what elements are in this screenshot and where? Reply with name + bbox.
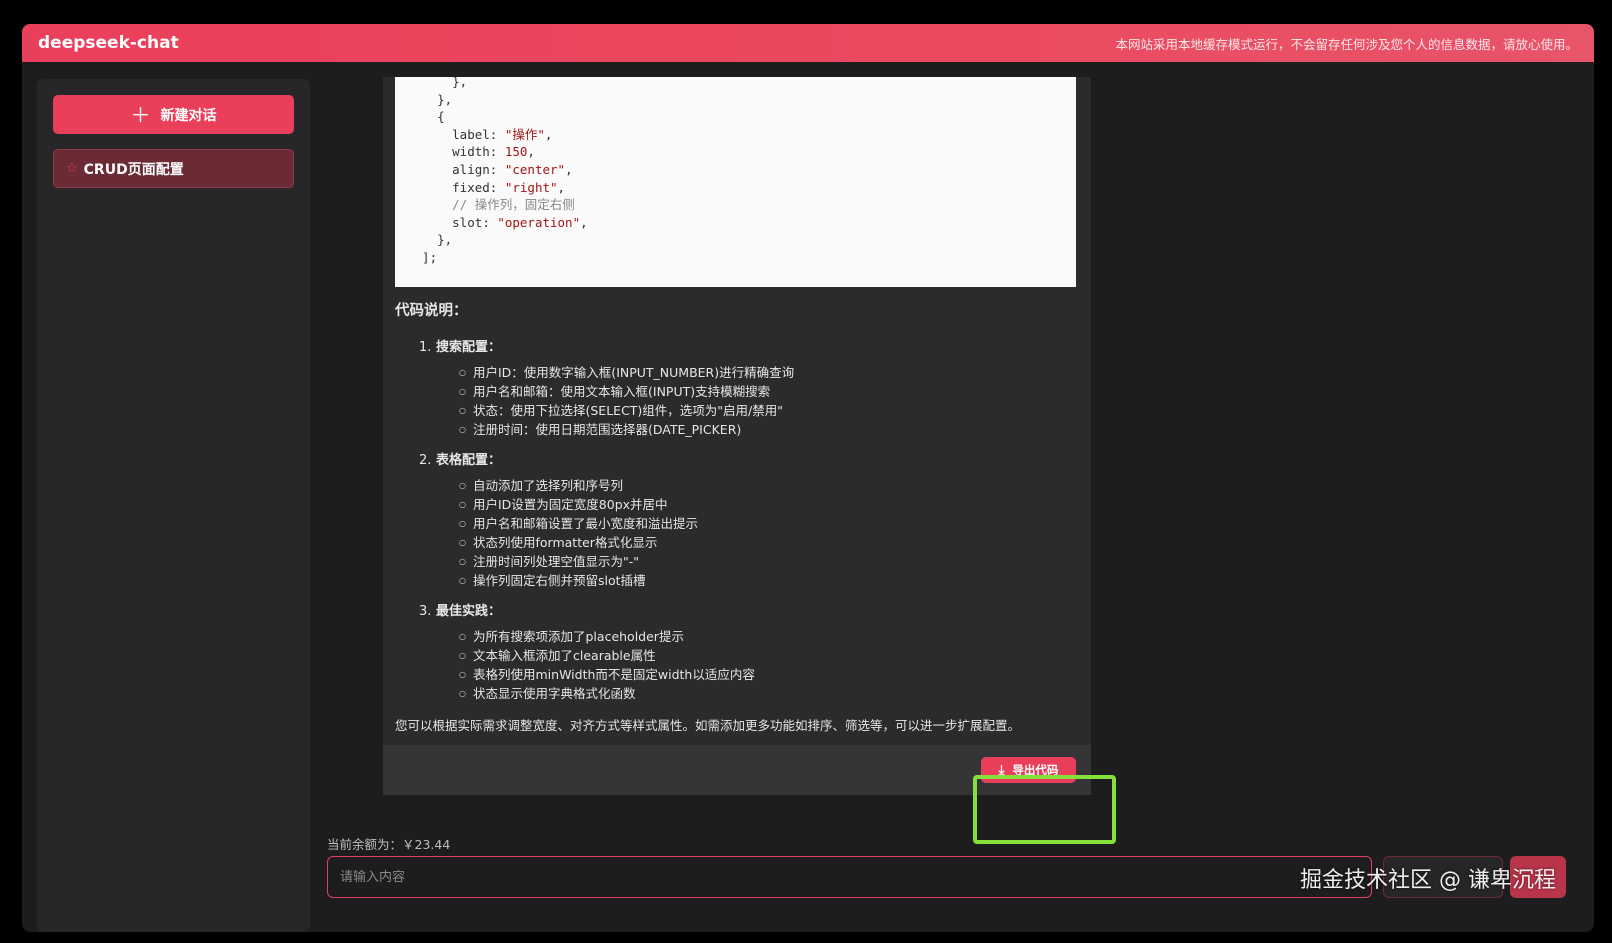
sidebar: ＋ 新建对话 ☆ CRUD页面配置 bbox=[37, 79, 310, 932]
code-line: ]; bbox=[407, 249, 438, 265]
code-line: align: "center", bbox=[407, 161, 573, 177]
header-bar: deepseek-chat 本网站采用本地缓存模式运行，不会留存任何涉及您个人的… bbox=[22, 24, 1594, 62]
code-line: slot: "operation", bbox=[407, 214, 588, 230]
code-line: }, bbox=[407, 77, 468, 89]
new-chat-button[interactable]: ＋ 新建对话 bbox=[53, 95, 294, 134]
code-explanation: 代码说明： 1. 搜索配置： 用户ID：使用数字输入框(INPUT_NUMBER… bbox=[395, 299, 1079, 734]
message-input[interactable] bbox=[327, 856, 1372, 898]
list-item: 用户ID：使用数字输入框(INPUT_NUMBER)进行精确查询 bbox=[459, 363, 1079, 382]
download-icon: ⤓ bbox=[998, 762, 1005, 778]
list-item: 注册时间列处理空值显示为"-" bbox=[459, 552, 1079, 571]
plus-icon: ＋ bbox=[130, 102, 151, 127]
privacy-notice: 本网站采用本地缓存模式运行，不会留存任何涉及您个人的信息数据，请放心使用。 bbox=[1115, 36, 1578, 52]
list-item: 用户名和邮箱设置了最小宽度和溢出提示 bbox=[459, 514, 1079, 533]
list-item: 注册时间：使用日期范围选择器(DATE_PICKER) bbox=[459, 420, 1079, 439]
list-item: 用户名和邮箱：使用文本输入框(INPUT)支持模糊搜索 bbox=[459, 382, 1079, 401]
list-item: 表格列使用minWidth而不是固定width以适应内容 bbox=[459, 665, 1079, 684]
section-title: 3. 最佳实践： bbox=[419, 604, 501, 619]
code-content: }, }, { label: "操作", width: 150, align: … bbox=[407, 77, 1064, 267]
code-line: }, bbox=[407, 232, 453, 248]
list-item: 状态显示使用字典格式化函数 bbox=[459, 684, 1079, 703]
list-item: 为所有搜索项添加了placeholder提示 bbox=[459, 627, 1079, 646]
export-label: 导出代码 bbox=[1012, 763, 1059, 777]
star-icon: ☆ bbox=[66, 161, 78, 176]
section-list: 用户ID：使用数字输入框(INPUT_NUMBER)进行精确查询 用户名和邮箱：… bbox=[459, 363, 1079, 439]
code-line: fixed: "right", bbox=[407, 179, 566, 195]
list-item: 操作列固定右侧并预留slot插槽 bbox=[459, 571, 1079, 590]
section-list: 为所有搜索项添加了placeholder提示 文本输入框添加了clearable… bbox=[459, 627, 1079, 703]
export-code-button[interactable]: ⤓ 导出代码 bbox=[981, 757, 1076, 783]
new-chat-label: 新建对话 bbox=[160, 107, 217, 124]
explanation-section: 2. 表格配置： 自动添加了选择列和序号列 用户ID设置为固定宽度80px并居中… bbox=[419, 449, 1079, 590]
code-line: { bbox=[407, 109, 445, 125]
code-line: label: "操作", bbox=[407, 126, 553, 142]
section-list: 自动添加了选择列和序号列 用户ID设置为固定宽度80px并居中 用户名和邮箱设置… bbox=[459, 476, 1079, 590]
app-title: deepseek-chat bbox=[38, 33, 179, 53]
section-title: 1. 搜索配置： bbox=[419, 340, 501, 355]
balance-text: 当前余额为：￥23.44 bbox=[327, 837, 451, 852]
message-footer: ⤓ 导出代码 bbox=[383, 745, 1091, 795]
list-item: 文本输入框添加了clearable属性 bbox=[459, 646, 1079, 665]
code-line: width: 150, bbox=[407, 144, 535, 160]
code-line: // 操作列，固定右侧 bbox=[407, 197, 575, 213]
closing-text: 您可以根据实际需求调整宽度、对齐方式等样式属性。如需添加更多功能如排序、筛选等，… bbox=[395, 718, 1021, 733]
list-item: 自动添加了选择列和序号列 bbox=[459, 476, 1079, 495]
explanation-section: 1. 搜索配置： 用户ID：使用数字输入框(INPUT_NUMBER)进行精确查… bbox=[419, 336, 1079, 439]
code-block: }, }, { label: "操作", width: 150, align: … bbox=[395, 77, 1076, 287]
list-item: 状态列使用formatter格式化显示 bbox=[459, 533, 1079, 552]
section-title: 2. 表格配置： bbox=[419, 453, 501, 468]
list-item: 用户ID设置为固定宽度80px并居中 bbox=[459, 495, 1079, 514]
explanation-heading: 代码说明： bbox=[395, 303, 468, 319]
conversation-title: CRUD页面配置 bbox=[83, 161, 184, 178]
assistant-message: }, }, { label: "操作", width: 150, align: … bbox=[383, 77, 1091, 795]
watermark-text: 掘金技术社区 @ 谦卑沉程 bbox=[1300, 868, 1556, 893]
conversation-item[interactable]: ☆ CRUD页面配置 bbox=[53, 149, 294, 188]
explanation-section: 3. 最佳实践： 为所有搜索项添加了placeholder提示 文本输入框添加了… bbox=[419, 600, 1079, 703]
list-item: 状态：使用下拉选择(SELECT)组件，选项为"启用/禁用" bbox=[459, 401, 1079, 420]
code-line: }, bbox=[407, 91, 453, 107]
